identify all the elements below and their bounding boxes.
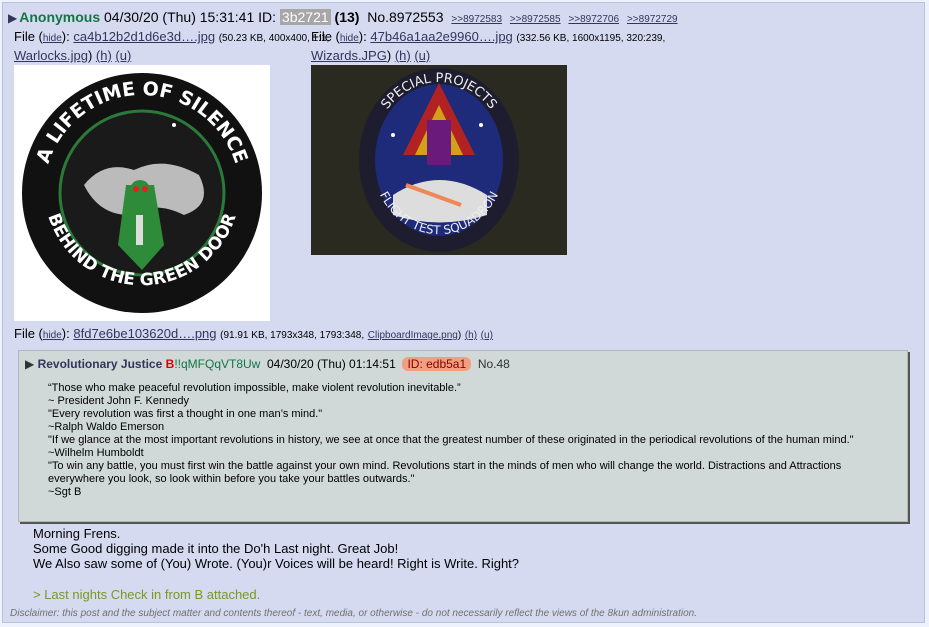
file-u-link[interactable]: (u) [115, 48, 131, 63]
file-h-link[interactable]: (h) [96, 48, 112, 63]
patch-image: A LIFETIME OF SILENCE BEHIND THE GREEN D… [22, 73, 262, 313]
original-name-link[interactable]: Warlocks.jpg [14, 48, 88, 63]
post-datetime: 04/30/20 (Thu) 15:31:41 [104, 9, 255, 25]
file-name-link[interactable]: 47b46a1aa2e9960….jpg [370, 29, 512, 44]
greentext-line: > Last nights Check in from B attached. [33, 587, 261, 602]
file-info-2: File (hide): 47b46a1aa2e9960….jpg (332.5… [311, 29, 666, 44]
quote-line: “Those who make peaceful revolution impo… [48, 382, 461, 394]
quote-line: ~Ralph Waldo Emerson [48, 421, 165, 433]
file-info-2-line2: Wizards.JPG) (h) (u) [311, 48, 431, 63]
reply-link[interactable]: >>8972706 [568, 14, 619, 25]
reply-link[interactable]: >>8972729 [627, 14, 678, 25]
file-info-1-line2: Warlocks.jpg) (h) (u) [14, 48, 132, 63]
thumbnail-warlocks[interactable]: A LIFETIME OF SILENCE BEHIND THE GREEN D… [14, 65, 270, 321]
body-line: Some Good digging made it into the Do'h … [33, 541, 399, 556]
hide-file-link[interactable]: hide [340, 33, 359, 44]
quote-line: "To win any battle, you must first win t… [48, 460, 842, 485]
post-number[interactable]: No.8972553 [367, 9, 443, 25]
file-name-link[interactable]: ca4b12b2d1d6e3d….jpg [73, 29, 215, 44]
patch-image: SPECIAL PROJECTS FLIGHT TEST SQUADRON [311, 65, 567, 255]
body-line: Morning Frens. [33, 526, 121, 541]
file-u-link[interactable]: (u) [414, 48, 430, 63]
quoted-id: ID: edb5a1 [402, 357, 472, 371]
quoted-cap: B [165, 357, 175, 371]
quote-line: "If we glance at the most important revo… [48, 434, 854, 446]
disclaimer: Disclaimer: this post and the subject ma… [10, 608, 697, 619]
quoted-body: “Those who make peaceful revolution impo… [48, 382, 883, 499]
post-header: ▶ Anonymous 04/30/20 (Thu) 15:31:41 ID: 3… [8, 9, 678, 25]
quoted-menu-icon: ▶ [25, 357, 35, 371]
quote-line: "Every revolution was first a thought in… [48, 408, 323, 420]
embedded-screenshot[interactable]: ▶ Revolutionary Justice B!!qMFQqVT8Uw 04… [18, 350, 908, 522]
quoted-datetime: 04/30/20 (Thu) 01:14:51 [267, 357, 396, 371]
post-count: (13) [334, 9, 360, 25]
post-menu-icon[interactable]: ▶ [8, 11, 17, 25]
quoted-number: No.48 [477, 357, 510, 371]
post-container: ▶ Anonymous 04/30/20 (Thu) 15:31:41 ID: 3… [2, 2, 925, 623]
reply-link[interactable]: >>8972585 [510, 14, 561, 25]
body-line: We Also saw some of (You) Wrote. (You)r … [33, 556, 520, 571]
reply-link[interactable]: >>8972583 [451, 14, 502, 25]
file-u-link[interactable]: (u) [481, 330, 493, 341]
quote-line: ~Wilhelm Humboldt [48, 447, 144, 459]
hide-file-link[interactable]: hide [43, 330, 62, 341]
file-name-link[interactable]: 8fd7e6be103620d….png [73, 326, 216, 341]
file-info-1: File (hide): ca4b12b2d1d6e3d….jpg (50.23… [14, 29, 330, 44]
file-h-link[interactable]: (h) [465, 330, 477, 341]
file-info-3: File (hide): 8fd7e6be103620d….png (91.91… [14, 326, 493, 341]
post-body: Morning Frens. Some Good digging made it… [33, 526, 519, 571]
hide-file-link[interactable]: hide [43, 33, 62, 44]
quote-line: ~Sgt B [48, 486, 82, 498]
original-name-link[interactable]: ClipboardImage.png [368, 330, 458, 341]
quoted-tripcode: !!qMFQqVT8Uw [174, 357, 261, 371]
poster-id[interactable]: 3b2721 [279, 9, 331, 25]
original-name-link[interactable]: Wizards.JPG [311, 48, 387, 63]
thumbnail-wizards[interactable]: SPECIAL PROJECTS FLIGHT TEST SQUADRON [311, 65, 567, 255]
quoted-name: Revolutionary Justice [37, 357, 163, 371]
file-h-link[interactable]: (h) [395, 48, 411, 63]
poster-name: Anonymous [19, 9, 101, 25]
quote-line: ~ President John F. Kennedy [48, 395, 189, 407]
poster-id-label: ID: [258, 9, 277, 25]
quoted-post-header: ▶ Revolutionary Justice B!!qMFQqVT8Uw 04… [25, 357, 510, 371]
